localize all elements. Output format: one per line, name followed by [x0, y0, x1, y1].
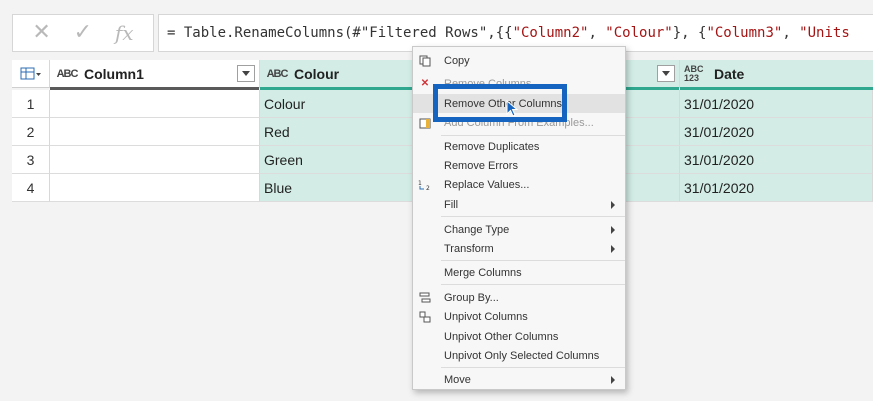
menu-item-label: Move [444, 373, 471, 386]
formula-punct: , [782, 25, 800, 41]
column-header-label: Date [714, 65, 745, 82]
text-type-icon[interactable]: ABC [264, 68, 290, 80]
copy-icon [417, 54, 433, 68]
formula-bar-buttons: ✕ ✓ fx [12, 14, 154, 52]
menu-item-label: Replace Values... [444, 178, 530, 191]
menu-item-remove-duplicates[interactable]: Remove Duplicates [413, 137, 625, 156]
menu-item-label: Copy [444, 54, 470, 67]
menu-item-label: Unpivot Columns [444, 310, 528, 323]
menu-item-label: Unpivot Other Columns [444, 330, 559, 343]
submenu-arrow-icon [611, 225, 615, 234]
menu-separator [441, 216, 625, 217]
table-cell[interactable]: 31/01/2020 [680, 174, 873, 202]
any-type-icon[interactable]: ABC 123 [684, 64, 710, 83]
menu-item-label: Merge Columns [444, 266, 522, 279]
remove-icon: ✕ [420, 78, 430, 89]
formula-string: "Units [799, 25, 850, 41]
power-query-editor: ✕ ✓ fx = Table.RenameColumns(#"Filtered … [0, 0, 873, 401]
row-number[interactable]: 3 [12, 146, 50, 174]
replace-icon: 12 [417, 178, 433, 192]
menu-item-change-type[interactable]: Change Type [413, 220, 625, 239]
annotation-highlight-box [433, 84, 567, 122]
row-number[interactable]: 2 [12, 118, 50, 146]
text-type-icon[interactable]: ABC [54, 68, 80, 80]
mouse-cursor-icon [506, 100, 519, 117]
menu-separator [441, 367, 625, 368]
menu-item-label: Unpivot Only Selected Columns [444, 349, 600, 362]
row-number[interactable]: 1 [12, 90, 50, 118]
column-filter-dropdown[interactable] [237, 65, 255, 82]
table-cell[interactable] [50, 90, 260, 118]
menu-item-merge-columns[interactable]: Merge Columns [413, 263, 625, 282]
menu-item-copy[interactable]: Copy [413, 51, 625, 70]
menu-item-unpivot-columns[interactable]: Unpivot Columns [413, 307, 625, 326]
table-cell[interactable] [50, 174, 260, 202]
formula-prefix: = Table.RenameColumns(#"Filtered Rows",{… [167, 25, 513, 41]
table-cell[interactable]: 31/01/2020 [680, 146, 873, 174]
menu-item-fill[interactable]: Fill [413, 195, 625, 214]
table-cell[interactable] [50, 146, 260, 174]
fx-icon[interactable]: fx [115, 23, 134, 43]
column-header-label: Colour [294, 65, 340, 82]
menu-item-label: Fill [444, 198, 459, 211]
column-header-label: Column1 [84, 65, 144, 82]
menu-item-remove-errors[interactable]: Remove Errors [413, 156, 625, 175]
menu-item-label: Group By... [444, 291, 499, 304]
table-menu-icon[interactable] [12, 60, 50, 88]
type-icon-bottom: 123 [684, 72, 700, 83]
menu-separator [441, 260, 625, 261]
close-icon[interactable]: ✕ [32, 22, 50, 44]
formula-string: "Colour" [605, 25, 673, 41]
check-icon[interactable]: ✓ [74, 22, 92, 44]
menu-item-label: Change Type [444, 223, 510, 236]
table-cell[interactable]: 31/01/2020 [680, 90, 873, 118]
menu-item-label: Transform [444, 242, 494, 255]
menu-item-move[interactable]: Move [413, 370, 625, 389]
column-filter-dropdown[interactable] [657, 65, 675, 82]
menu-separator [441, 135, 625, 136]
unpivot-icon [417, 310, 433, 324]
add-column-icon [417, 116, 433, 130]
menu-item-label: Remove Errors [444, 159, 518, 172]
column-header-column1[interactable]: ABC Column1 [50, 60, 260, 91]
svg-text:2: 2 [426, 185, 430, 191]
menu-separator [441, 284, 625, 285]
group-by-icon [417, 291, 433, 305]
column-header-date[interactable]: ABC 123 Date [680, 60, 873, 91]
menu-item-unpivot-selected-columns[interactable]: Unpivot Only Selected Columns [413, 346, 625, 365]
menu-item-transform[interactable]: Transform [413, 239, 625, 258]
formula-string: "Column2" [512, 25, 589, 41]
submenu-arrow-icon [611, 200, 615, 209]
menu-item-label: Remove Duplicates [444, 140, 540, 153]
row-number[interactable]: 4 [12, 174, 50, 202]
table-cell[interactable]: 31/01/2020 [680, 118, 873, 146]
formula-punct: }, { [672, 25, 707, 41]
svg-text:1: 1 [418, 180, 422, 187]
formula-punct: , [588, 25, 606, 41]
submenu-arrow-icon [611, 244, 615, 253]
menu-item-group-by[interactable]: Group By... [413, 288, 625, 307]
table-cell[interactable] [50, 118, 260, 146]
menu-item-replace-values[interactable]: 12 Replace Values... [413, 175, 625, 194]
submenu-arrow-icon [611, 375, 615, 384]
menu-item-unpivot-other-columns[interactable]: Unpivot Other Columns [413, 327, 625, 346]
formula-string: "Column3" [706, 25, 783, 41]
